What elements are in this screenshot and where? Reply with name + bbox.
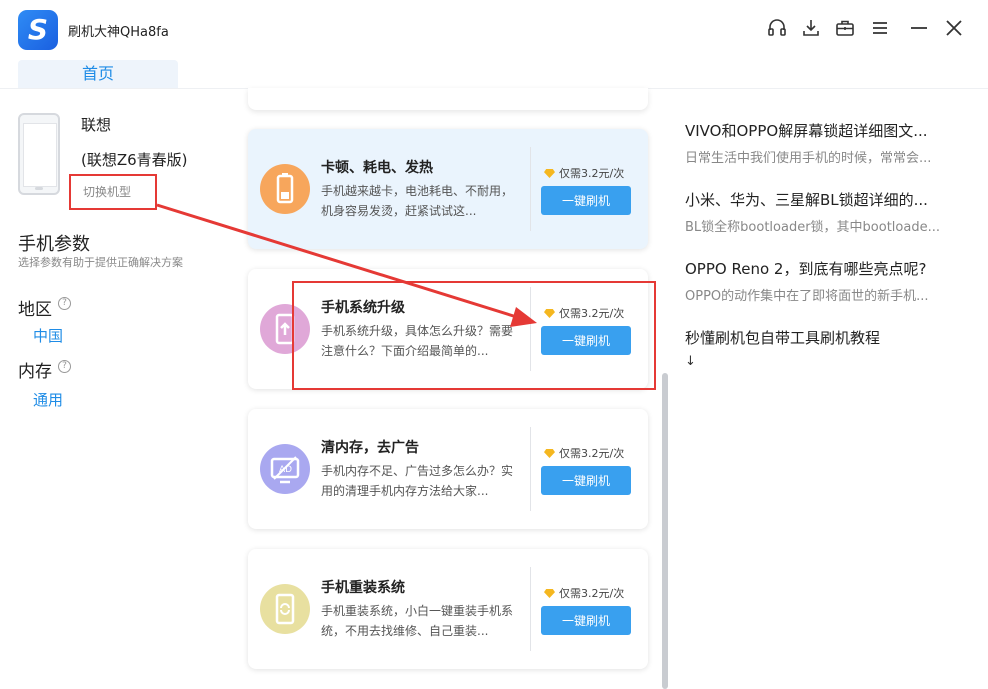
article-item[interactable]: 秒懂刷机包自带工具刷机教程 ↓ <box>685 327 975 369</box>
app-title: 刷机大神QHa8fa <box>68 25 169 40</box>
card-clean-memory[interactable]: AD 清内存，去广告 手机内存不足、广告过多怎么办？实用的清理手机内存方法给大家… <box>248 409 648 529</box>
price-text: 仅需3.2元/次 <box>559 167 625 180</box>
menu-icon[interactable] <box>869 18 891 40</box>
card-title: 清内存，去广告 <box>321 440 419 456</box>
region-help-icon[interactable]: ? <box>58 297 71 310</box>
card-partial <box>248 88 648 110</box>
one-click-flash-button[interactable]: 一键刷机 <box>541 186 631 215</box>
card-desc: 手机越来越卡，电池耗电、不耐用，机身容易发烫，赶紧试试这... <box>321 184 514 218</box>
phone-image <box>18 113 60 195</box>
diamond-icon <box>544 589 555 598</box>
price-tag: 仅需3.2元/次 <box>544 585 624 601</box>
switch-model-label: 切换机型 <box>83 185 132 199</box>
params-title: 手机参数 <box>18 234 90 255</box>
card-title: 卡顿、耗电、发热 <box>321 160 433 176</box>
title-bar: S 刷机大神QHa8fa <box>0 0 988 60</box>
card-desc: 手机重装系统，小白一键重装手机系统，不用去找维修、自己重装... <box>321 604 514 638</box>
ad-block-icon: AD <box>260 444 310 494</box>
region-label: 地区 <box>18 300 52 320</box>
headset-icon[interactable] <box>766 18 788 40</box>
download-icon[interactable] <box>800 18 822 40</box>
article-item[interactable]: OPPO Reno 2，到底有哪些亮点呢? OPPO的动作集中在了即将面世的新手… <box>685 258 975 304</box>
switch-model-button[interactable]: 切换机型 <box>69 174 157 210</box>
region-value[interactable]: 中国 <box>33 325 63 346</box>
card-divider <box>530 147 531 231</box>
device-brand: 联想 <box>81 116 112 134</box>
card-divider <box>530 567 531 651</box>
diamond-icon <box>544 449 555 458</box>
annotation-box <box>292 281 656 390</box>
scrollbar-thumb[interactable] <box>662 373 668 689</box>
one-click-flash-button[interactable]: 一键刷机 <box>541 606 631 635</box>
article-summary: BL锁全称bootloader锁，其中bootloade... <box>685 220 940 235</box>
article-title[interactable]: VIVO和OPPO解屏幕锁超详细图文... <box>685 120 975 141</box>
battery-icon <box>260 164 310 214</box>
app-logo: S <box>18 10 58 50</box>
card-divider <box>530 427 531 511</box>
card-desc: 手机内存不足、广告过多怎么办？实用的清理手机内存方法给大家... <box>321 464 514 498</box>
price-tag: 仅需3.2元/次 <box>544 445 624 461</box>
article-summary: 日常生活中我们使用手机的时候，常常会... <box>685 151 932 166</box>
article-summary: OPPO的动作集中在了即将面世的新手机... <box>685 289 929 304</box>
params-subtitle: 选择参数有助于提供正确解决方案 <box>18 256 183 269</box>
card-title: 手机重装系统 <box>321 580 405 596</box>
logo-letter: S <box>27 13 49 46</box>
tab-strip: 首页 <box>0 60 988 88</box>
article-item[interactable]: VIVO和OPPO解屏幕锁超详细图文... 日常生活中我们使用手机的时候，常常会… <box>685 120 975 166</box>
memory-help-icon[interactable]: ? <box>58 360 71 373</box>
card-lag-battery-heat[interactable]: 卡顿、耗电、发热 手机越来越卡，电池耗电、不耐用，机身容易发烫，赶紧试试这...… <box>248 129 648 249</box>
article-title[interactable]: 秒懂刷机包自带工具刷机教程 <box>685 327 975 348</box>
price-tag: 仅需3.2元/次 <box>544 165 624 181</box>
toolbox-icon[interactable] <box>834 18 856 40</box>
memory-value[interactable]: 通用 <box>33 389 63 410</box>
minimize-icon[interactable] <box>908 18 930 40</box>
article-title[interactable]: OPPO Reno 2，到底有哪些亮点呢? <box>685 258 975 279</box>
article-title[interactable]: 小米、华为、三星解BL锁超详细的... <box>685 189 975 210</box>
down-arrow-icon: ↓ <box>685 354 696 369</box>
price-text: 仅需3.2元/次 <box>559 587 625 600</box>
diamond-icon <box>544 169 555 178</box>
article-item[interactable]: 小米、华为、三星解BL锁超详细的... BL锁全称bootloader锁，其中b… <box>685 189 975 235</box>
reinstall-icon <box>260 584 310 634</box>
tab-home[interactable]: 首页 <box>18 60 178 88</box>
device-model: (联想Z6青春版) <box>81 151 188 169</box>
card-reinstall-system[interactable]: 手机重装系统 手机重装系统，小白一键重装手机系统，不用去找维修、自己重装... … <box>248 549 648 669</box>
memory-label: 内存 <box>18 362 52 382</box>
one-click-flash-button[interactable]: 一键刷机 <box>541 466 631 495</box>
close-icon[interactable] <box>943 18 965 40</box>
price-text: 仅需3.2元/次 <box>559 447 625 460</box>
